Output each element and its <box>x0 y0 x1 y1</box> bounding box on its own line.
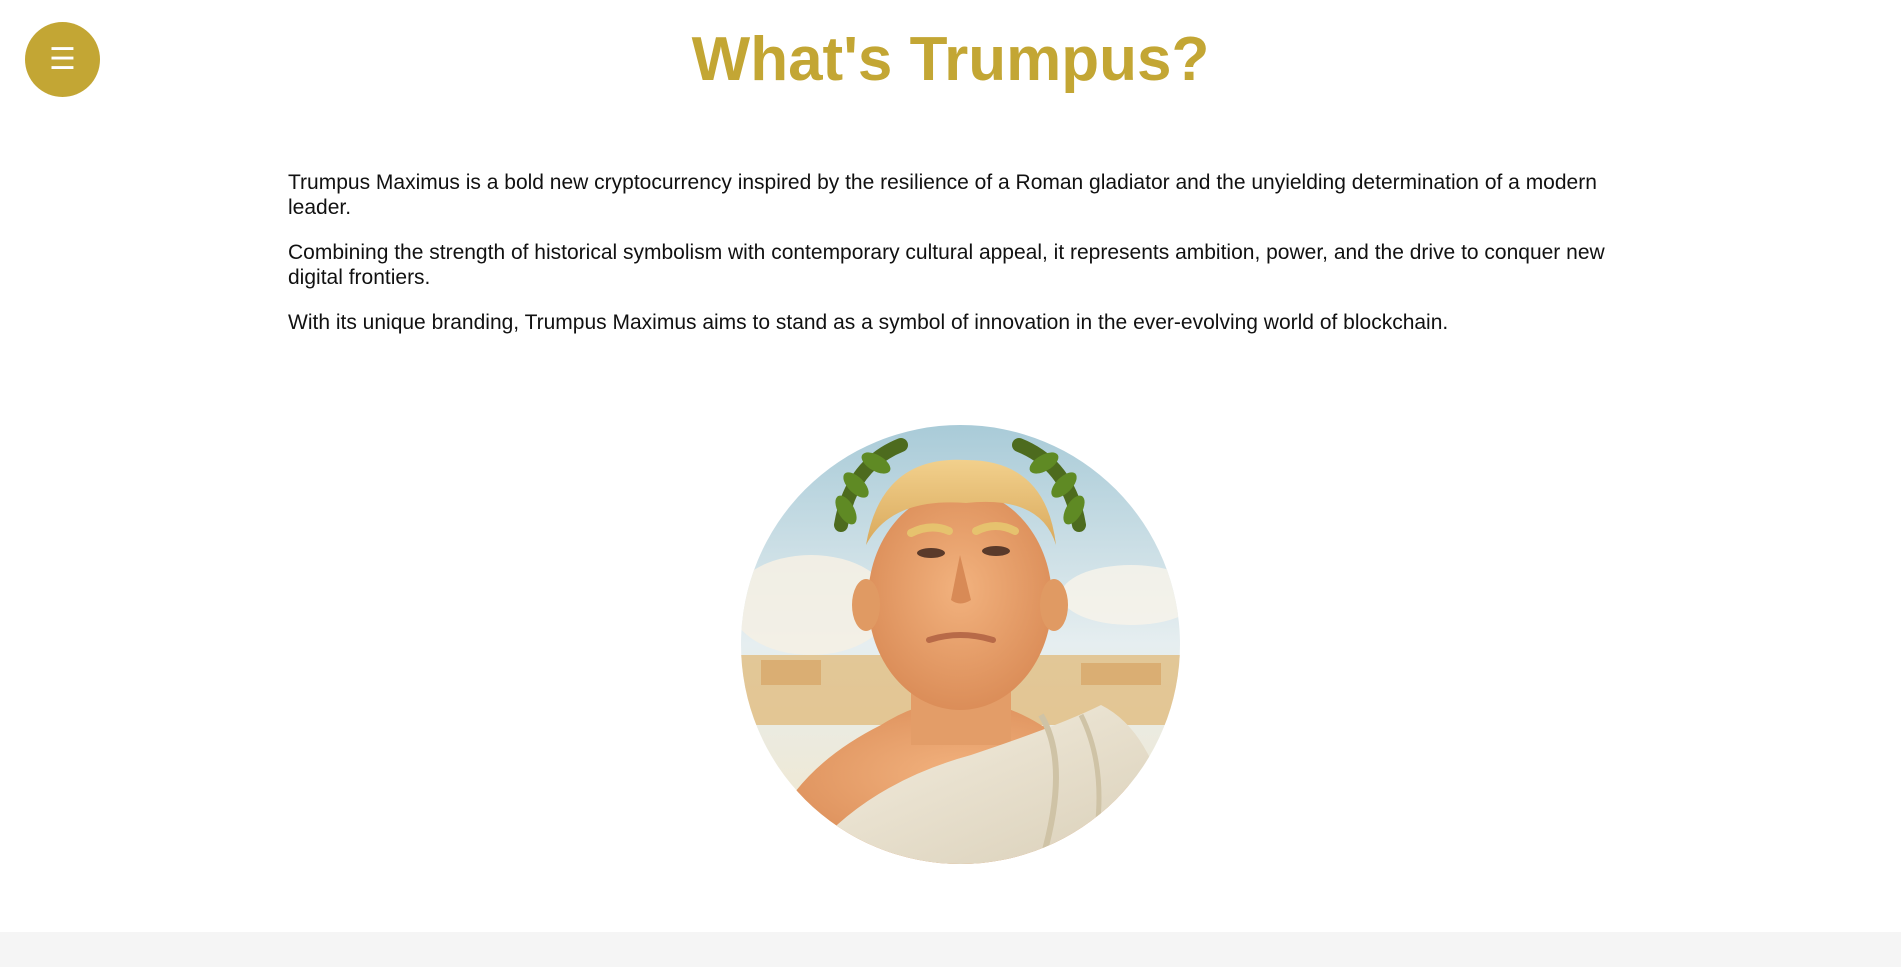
page: ☰ What's Trumpus? Trumpus Maximus is a b… <box>0 0 1901 967</box>
intro-paragraph: Trumpus Maximus is a bold new cryptocurr… <box>288 171 1597 219</box>
portrait-image <box>741 425 1180 864</box>
footer-band <box>0 932 1901 967</box>
intro-paragraph: With its unique branding, Trumpus Maximu… <box>288 311 1449 334</box>
intro-section: Trumpus Maximus is a bold new cryptocurr… <box>288 170 1618 355</box>
portrait-illustration <box>741 425 1180 864</box>
intro-paragraph: Combining the strength of historical sym… <box>288 241 1605 289</box>
page-title: What's Trumpus? <box>691 25 1210 94</box>
